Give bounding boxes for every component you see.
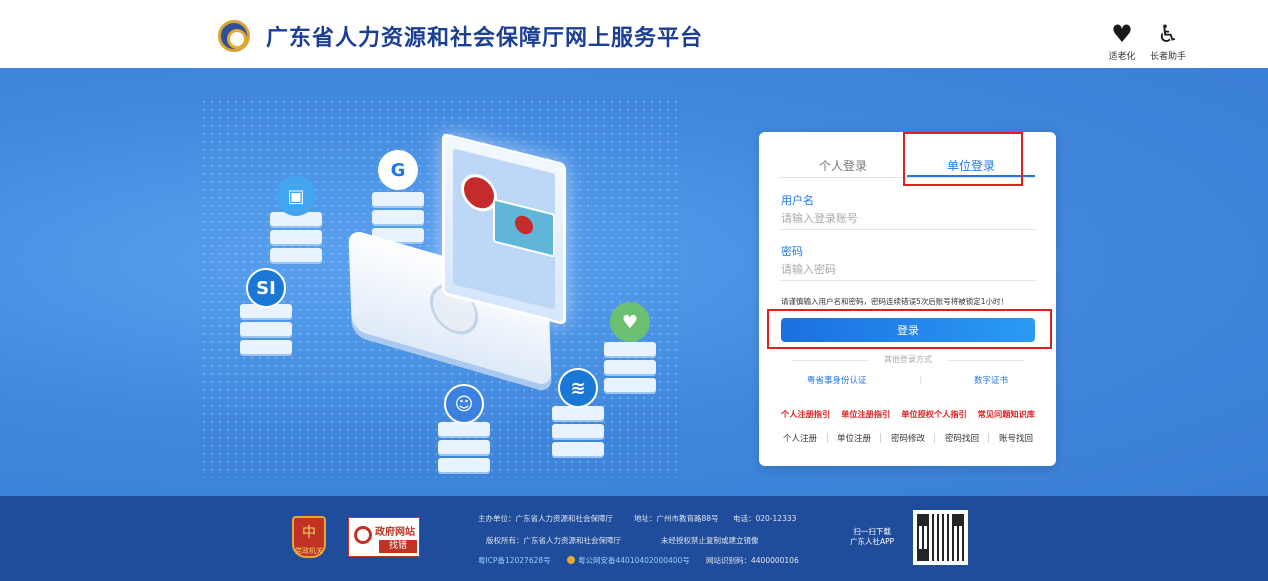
police-record-link[interactable]: 粤公网安备44010402000400号	[567, 555, 690, 566]
unit-authorize-guide-link[interactable]: 单位授权个人指引	[901, 408, 967, 420]
footer-phone: 电话：020-12333	[733, 514, 797, 523]
account-recovery-link[interactable]: 账号找回	[999, 432, 1033, 444]
icp-link[interactable]: 粤ICP备12027628号	[478, 555, 551, 566]
username-label: 用户名	[781, 194, 814, 207]
guide-links: 个人注册指引 单位注册指引 单位授权个人指引 常见问题知识库	[781, 408, 1035, 420]
faq-knowledge-link[interactable]: 常见问题知识库	[978, 408, 1035, 420]
footer-sponsor: 主办单位：广东省人力资源和社会保障厅	[478, 514, 613, 523]
login-tip: 请谨慎输入用户名和密码，密码连续错误5次后账号将被锁定1小时！	[781, 297, 1009, 306]
gov-site-error-report[interactable]: 政府网站 找错	[348, 517, 420, 557]
site-header: 广东省人力资源和社会保障厅网上服务平台 ♥ 适老化 ♿ 长者助手	[0, 0, 1268, 68]
seal-icon	[461, 170, 497, 216]
login-panel: 个人登录 单位登录 用户名 密码 请谨慎输入用户名和密码，密码连续错误5次后账号…	[759, 132, 1056, 466]
password-change-link[interactable]: 密码修改	[891, 432, 925, 444]
people-icon: ☺	[444, 384, 484, 424]
unit-register-link[interactable]: 单位注册	[837, 432, 871, 444]
elder-mode-label: 适老化	[1108, 52, 1136, 62]
stack-decoration	[270, 208, 322, 262]
g-logo-icon: G	[378, 150, 418, 190]
elder-care-icon: ♥	[1111, 20, 1133, 48]
gov-site-title: 政府网站	[375, 527, 415, 538]
stack-decoration	[240, 300, 292, 354]
elder-mode-button[interactable]: ♥ 适老化	[1102, 22, 1142, 62]
app-qrcode-icon[interactable]	[913, 510, 968, 565]
other-login-methods: 其他登录方式	[781, 354, 1035, 366]
yueshengshi-auth-link[interactable]: 粤省事身份认证	[807, 374, 867, 386]
site-footer: 党政机关 政府网站 找错 主办单位：广东省人力资源和社会保障厅 地址：广州市教育…	[0, 496, 1268, 581]
username-input[interactable]	[781, 208, 1035, 230]
brand[interactable]: 广东省人力资源和社会保障厅网上服务平台	[218, 20, 703, 52]
password-label: 密码	[781, 245, 803, 258]
wave-logo-icon: ≋	[558, 368, 598, 408]
police-badge-icon	[567, 556, 575, 564]
footer-address: 地址：广州市教育路88号	[634, 514, 719, 523]
highlight-box-unit-tab	[903, 132, 1023, 186]
unit-register-guide-link[interactable]: 单位注册指引	[841, 408, 890, 420]
personal-register-guide-link[interactable]: 个人注册指引	[781, 408, 830, 420]
footer-notice: 未经授权禁止复制或建立镜像	[661, 536, 759, 545]
senior-assistant-label: 长者助手	[1149, 52, 1186, 62]
social-card-icon	[493, 198, 555, 258]
password-input[interactable]	[781, 259, 1035, 281]
stack-decoration	[372, 188, 424, 242]
ministry-logo-icon	[218, 20, 250, 52]
hero-banner: ▣ G SI ♥ ☺ ≋	[0, 68, 1268, 496]
tab-personal-login[interactable]: 个人登录	[779, 156, 907, 177]
wheelchair-icon: ♿	[1157, 20, 1179, 48]
site-title: 广东省人力资源和社会保障厅网上服务平台	[266, 26, 704, 51]
stack-decoration	[604, 338, 656, 392]
si-logo-icon: SI	[246, 268, 286, 308]
account-links: 个人注册 单位注册 密码修改 密码找回 账号找回	[783, 432, 1033, 444]
app-download-text: 扫一扫下载 广东人社APP	[850, 527, 895, 546]
senior-assistant-button[interactable]: ♿ 长者助手	[1148, 22, 1188, 62]
stack-decoration	[438, 418, 490, 472]
briefcase-icon: ▣	[276, 176, 316, 216]
party-gov-badge[interactable]: 党政机关	[292, 516, 326, 558]
personal-register-link[interactable]: 个人注册	[783, 432, 817, 444]
password-recovery-link[interactable]: 密码找回	[945, 432, 979, 444]
monitor-illustration	[442, 132, 566, 326]
digital-certificate-link[interactable]: 数字证书	[974, 374, 1008, 386]
handshake-icon: ♥	[610, 302, 650, 342]
highlight-box-login-button	[767, 309, 1052, 349]
stack-decoration	[552, 402, 604, 456]
site-code: 网站识别码：4400000106	[706, 556, 799, 565]
magnifier-icon	[354, 526, 372, 544]
footer-copyright: 版权所有：广东省人力资源和社会保障厅	[486, 536, 621, 545]
gov-site-action: 找错	[379, 540, 417, 553]
